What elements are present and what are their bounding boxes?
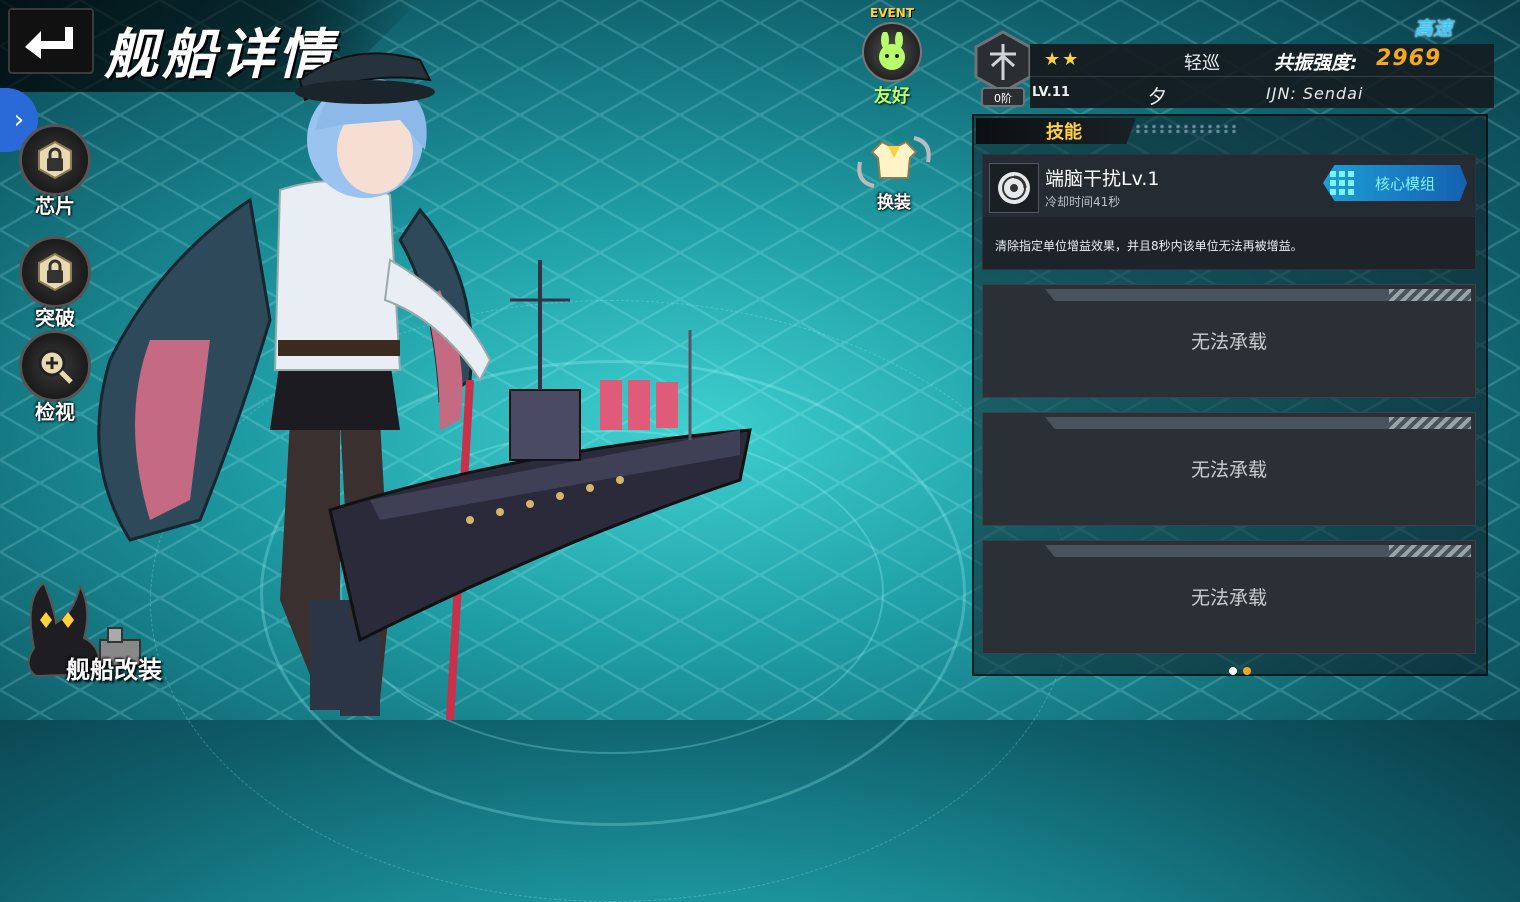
friendliness-badge bbox=[862, 22, 922, 82]
skill-cooldown: 冷却时间41秒 bbox=[1045, 195, 1121, 209]
rank-badge: 0阶 bbox=[972, 30, 1034, 110]
skill-description: 清除指定单位增益效果，并且8秒内该单位无法再被增益。 bbox=[995, 239, 1303, 253]
page-dot[interactable] bbox=[1243, 667, 1251, 675]
ship-info-row: LV.11 夕 IJN: Sendai bbox=[1030, 76, 1494, 108]
page-dot-active[interactable] bbox=[1229, 667, 1237, 675]
outfit-icon bbox=[857, 136, 931, 188]
skill-name: 端脑干扰Lv.1 bbox=[1045, 168, 1160, 190]
costume-change-button[interactable]: 换装 bbox=[850, 132, 938, 213]
slot-status: 无法承载 bbox=[1190, 331, 1267, 353]
friendliness-event-button[interactable]: EVENT 友好 bbox=[852, 6, 932, 108]
page-indicator bbox=[1226, 660, 1254, 679]
friendliness-label: 友好 bbox=[874, 86, 910, 107]
skill-header: 端脑干扰Lv.1 冷却时间41秒 核心模组 bbox=[983, 155, 1475, 217]
slot-hatch bbox=[1389, 289, 1471, 301]
ship-name: 夕 bbox=[1148, 86, 1168, 108]
disc-icon bbox=[998, 172, 1030, 204]
skill-slot[interactable]: 无法承载 bbox=[982, 540, 1476, 654]
rank-label: 0阶 bbox=[994, 92, 1012, 105]
skill-icon bbox=[989, 163, 1039, 213]
ship-info-bar: ★★ 轻巡 共振强度: 2969 LV.11 夕 IJN: Sendai bbox=[1030, 44, 1494, 108]
slot-hatch bbox=[1389, 545, 1471, 557]
bunny-face-icon bbox=[879, 32, 905, 70]
ship-code: IJN: Sendai bbox=[1266, 84, 1364, 103]
character-ship-illustration bbox=[97, 52, 752, 720]
resonance-label: 共振强度: bbox=[1274, 52, 1358, 74]
ship-info-row: ★★ 轻巡 共振强度: 2969 bbox=[1030, 44, 1494, 77]
grid-icon bbox=[1330, 171, 1354, 195]
core-module-button[interactable]: 核心模组 bbox=[1323, 165, 1467, 201]
slot-status: 无法承载 bbox=[1190, 459, 1267, 481]
speed-tag: 高速 bbox=[1414, 18, 1453, 40]
rarity-stars: ★★ bbox=[1044, 49, 1081, 70]
ship-type: 轻巡 bbox=[1184, 53, 1220, 74]
skill-card[interactable]: 端脑干扰Lv.1 冷却时间41秒 核心模组 清除指定单位增益效果，并且8秒内该单… bbox=[982, 154, 1476, 270]
skill-slot[interactable]: 无法承载 bbox=[982, 412, 1476, 526]
skill-tab-label: 技能 bbox=[1046, 122, 1082, 143]
slot-status: 无法承载 bbox=[1190, 587, 1267, 609]
event-tag: EVENT bbox=[870, 6, 914, 20]
core-module-label: 核心模组 bbox=[1375, 174, 1436, 193]
skill-slot[interactable]: 无法承载 bbox=[982, 284, 1476, 398]
slot-hatch bbox=[1389, 417, 1471, 429]
decorative-dots bbox=[1134, 124, 1238, 134]
resonance-value: 2969 bbox=[1376, 46, 1442, 71]
ship-level: LV.11 bbox=[1032, 85, 1070, 100]
